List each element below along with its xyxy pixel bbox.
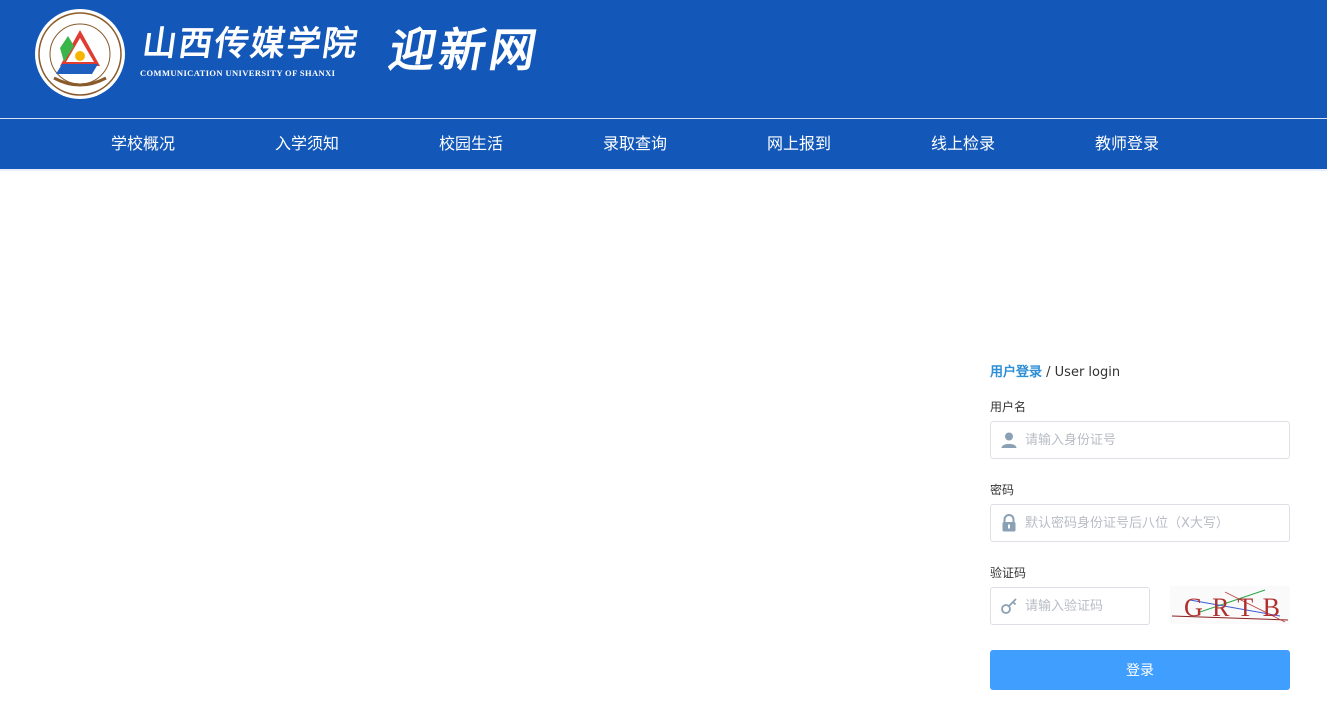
username-label: 用户名 <box>990 400 1027 414</box>
password-label: 密码 <box>990 483 1015 497</box>
user-icon <box>1001 432 1017 448</box>
site-name: 迎新网 <box>385 23 545 77</box>
nav-item-teacher-login[interactable]: 教师登录 <box>1052 119 1202 169</box>
login-title: 用户登录 / User login <box>990 364 1120 382</box>
password-input[interactable] <box>1025 505 1275 541</box>
nav-item-online-registration[interactable]: 网上报到 <box>724 119 874 169</box>
captcha-image[interactable]: GRTB <box>1170 586 1290 624</box>
login-title-en: User login <box>1054 365 1121 380</box>
nav-item-campus-life[interactable]: 校园生活 <box>396 119 546 169</box>
university-emblem-icon <box>35 9 125 99</box>
password-field <box>990 504 1290 542</box>
nav-item-online-checkin[interactable]: 线上检录 <box>888 119 1038 169</box>
captcha-field <box>990 587 1150 625</box>
brand-english-name: COMMUNICATION UNIVERSITY OF SHANXI <box>140 68 336 78</box>
nav-item-admission-query[interactable]: 录取查询 <box>560 119 710 169</box>
brand-block: 山西传媒学院 COMMUNICATION UNIVERSITY OF SHANX… <box>140 24 362 78</box>
nav-item-school-overview[interactable]: 学校概况 <box>68 119 218 169</box>
nav-item-admission-notice[interactable]: 入学须知 <box>232 119 382 169</box>
captcha-label: 验证码 <box>990 566 1027 580</box>
nav-shadow <box>0 169 1327 171</box>
key-icon <box>1001 598 1017 614</box>
brand-chinese-name: 山西传媒学院 <box>140 24 362 64</box>
username-field <box>990 421 1290 459</box>
login-title-separator: / <box>1042 365 1055 380</box>
login-title-cn: 用户登录 <box>990 365 1043 380</box>
username-input[interactable] <box>1025 422 1275 458</box>
lock-icon <box>1002 514 1016 532</box>
main-nav: 学校概况 入学须知 校园生活 录取查询 网上报到 线上检录 教师登录 <box>0 119 1327 169</box>
captcha-input[interactable] <box>1025 588 1145 624</box>
login-button[interactable]: 登录 <box>990 650 1290 690</box>
site-header: 山西传媒学院 COMMUNICATION UNIVERSITY OF SHANX… <box>0 0 1327 118</box>
